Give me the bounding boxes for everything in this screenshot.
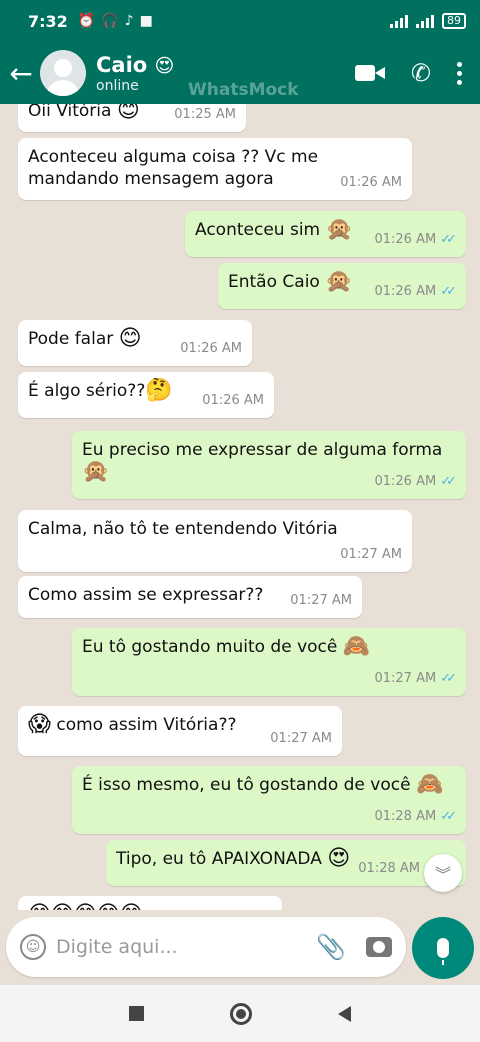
double-check-icon: ✓✓ <box>440 671 457 686</box>
message-time: 01:27 AM <box>270 731 332 746</box>
message-time: 01:26 AM <box>340 175 402 190</box>
message-bubble[interactable]: Tipo, eu tô APAIXONADA 😍 01:28 AM <box>106 840 466 886</box>
message-emoji: 🙊 <box>82 459 110 484</box>
message-bubble[interactable]: Eu preciso me expressar de alguma forma … <box>72 431 466 499</box>
message-text: É isso mesmo, eu tô gostando de você <box>82 775 411 795</box>
message-input[interactable] <box>56 936 317 958</box>
message-emoji: 🙈 <box>415 772 444 797</box>
message-time: 01:26 AM <box>374 474 437 489</box>
message-time: 01:26 AM <box>374 232 437 247</box>
message-emoji: 🙊 <box>325 269 353 294</box>
message-text: Pode falar <box>28 329 114 349</box>
alarm-icon: ⏰ <box>77 13 96 29</box>
contact-name: Caio 😍 <box>96 53 174 78</box>
avatar[interactable] <box>40 50 86 96</box>
video-record-icon: ■ <box>139 13 153 29</box>
emoji-icon[interactable]: ☺ <box>20 934 46 960</box>
message-bubble[interactable]: Aconteceu sim 🙊 01:26 AM ✓✓ <box>185 211 466 257</box>
home-icon[interactable] <box>230 1002 252 1025</box>
message-text: Calma, não tô te entendendo Vitória <box>28 519 338 539</box>
message-bubble[interactable]: Como assim se expressar?? 01:27 AM <box>18 576 362 618</box>
double-check-icon: ✓✓ <box>440 232 457 247</box>
message-time: 01:27 AM <box>340 547 402 562</box>
message-text: Oii Vitória <box>28 104 112 121</box>
message-time: 01:26 AM <box>374 284 437 299</box>
message-text: Como assim se expressar?? <box>28 585 264 605</box>
message-emoji: 😊😊😊😊😊 <box>28 904 143 911</box>
message-text: Eu preciso me expressar de alguma forma <box>82 440 443 460</box>
camera-icon[interactable] <box>366 937 392 957</box>
message-bubble[interactable]: Aconteceu alguma coisa ?? Vc me mandando… <box>18 138 412 200</box>
message-input-bar: ☺ 📎 <box>6 917 406 977</box>
contact-info[interactable]: Caio 😍 online <box>96 53 174 94</box>
contact-name-emoji: 😍 <box>154 54 175 77</box>
message-bubble[interactable]: 😱 como assim Vitória?? 01:27 AM <box>18 706 342 756</box>
chevron-double-down-icon[interactable]: ︾ <box>424 854 462 892</box>
message-time: 01:27 AM <box>290 593 352 608</box>
message-time: 01:25 AM <box>174 107 236 122</box>
signal-icon-2 <box>416 14 434 28</box>
message-emoji: 😊 <box>116 104 140 123</box>
message-bubble[interactable]: 😊😊😊😊😊 <box>18 896 282 910</box>
contact-status: online <box>96 77 139 94</box>
message-time: 01:27 AM <box>374 671 437 686</box>
double-check-icon: ✓✓ <box>440 284 457 299</box>
video-call-icon[interactable] <box>354 63 385 83</box>
message-time: 01:26 AM <box>180 341 242 356</box>
watermark: WhatsMock <box>188 80 299 100</box>
message-bubble[interactable]: Pode falar 😊 01:26 AM <box>18 320 252 366</box>
message-bubble[interactable]: Eu tô gostando muito de você 🙈 01:27 AM ✓… <box>72 628 466 696</box>
back-triangle-icon[interactable] <box>338 1005 351 1022</box>
contact-name-text: Caio <box>96 52 148 77</box>
message-time: 01:26 AM <box>202 393 264 408</box>
message-text: Tipo, eu tô APAIXONADA <box>116 849 322 869</box>
double-check-icon: ✓✓ <box>440 474 457 489</box>
message-emoji: 🙈 <box>342 634 371 659</box>
status-bar: 7:32 ⏰ 🎧 ♪ ■ 89 <box>0 0 480 42</box>
mic-icon <box>437 938 449 965</box>
recents-icon[interactable] <box>129 1006 144 1021</box>
battery-icon: 89 <box>442 13 466 29</box>
message-time: 01:28 AM <box>358 861 420 876</box>
message-bubble[interactable]: É isso mesmo, eu tô gostando de você 🙈 0… <box>72 766 466 834</box>
arrow-left-icon[interactable]: ← <box>4 57 38 90</box>
message-bubble[interactable]: Então Caio 🙊 01:26 AM ✓✓ <box>218 263 466 309</box>
message-bubble[interactable]: É algo sério??🤔 01:26 AM <box>18 372 274 418</box>
message-emoji: 😍 <box>327 846 351 871</box>
message-time: 01:28 AM <box>374 809 437 824</box>
double-check-icon: ✓✓ <box>440 809 457 824</box>
message-bubble[interactable]: Calma, não tô te entendendo Vitória 01:2… <box>18 510 412 572</box>
headphones-icon: 🎧 <box>101 13 119 29</box>
message-text: Eu tô gostando muito de você <box>82 637 338 657</box>
mic-button[interactable] <box>412 917 474 979</box>
message-emoji: 🤔 <box>145 378 173 403</box>
chat-area[interactable]: Oii Vitória 😊 01:25 AM Aconteceu alguma … <box>0 104 480 910</box>
tiktok-icon: ♪ <box>124 13 134 29</box>
message-emoji: 😊 <box>118 326 142 351</box>
message-emoji: 😱 <box>28 712 51 737</box>
chat-header: ← Caio 😍 online WhatsMock ✆ <box>0 42 480 104</box>
more-vertical-icon[interactable] <box>457 61 462 85</box>
message-text: Então Caio <box>228 272 320 292</box>
clock: 7:32 <box>28 11 68 31</box>
message-bubble[interactable]: Oii Vitória 😊 01:25 AM <box>18 104 246 132</box>
message-emoji: 🙊 <box>325 217 353 242</box>
message-text: como assim Vitória?? <box>56 715 237 735</box>
paperclip-icon[interactable]: 📎 <box>316 933 346 961</box>
navigation-bar <box>0 985 480 1042</box>
phone-icon[interactable]: ✆ <box>411 59 431 87</box>
signal-icon <box>390 14 408 28</box>
message-text: É algo sério?? <box>28 381 146 401</box>
message-text: Aconteceu sim <box>195 220 321 240</box>
